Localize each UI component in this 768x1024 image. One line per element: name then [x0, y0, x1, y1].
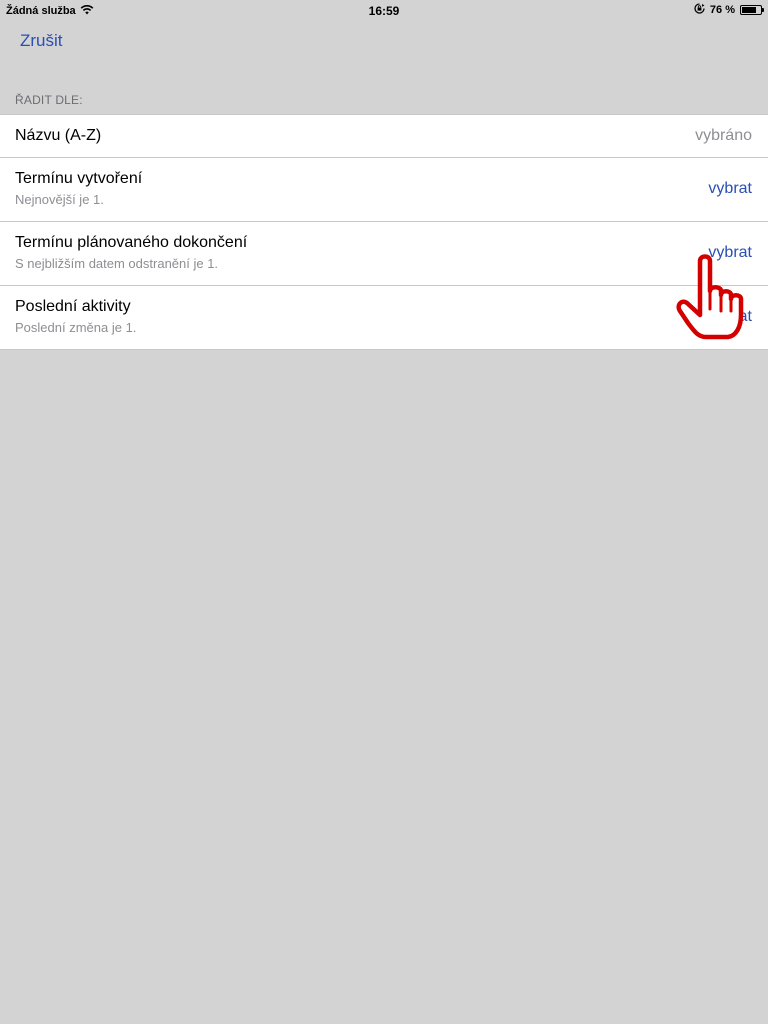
- option-title: Termínu plánovaného dokončení: [15, 234, 248, 251]
- option-subtitle: Nejnovější je 1.: [15, 192, 104, 207]
- select-button[interactable]: vybrat: [708, 180, 752, 198]
- sort-option-name[interactable]: Názvu (A-Z) vybráno: [0, 115, 768, 157]
- select-button[interactable]: vybrat: [708, 308, 752, 326]
- option-subtitle: Poslední změna je 1.: [15, 320, 137, 335]
- option-title: Poslední aktivity: [15, 298, 131, 315]
- option-title: Názvu (A-Z): [15, 127, 102, 144]
- battery-fill: [742, 7, 756, 13]
- sort-option-due-date[interactable]: Termínu plánovaného dokončení S nejbližš…: [0, 221, 768, 285]
- rotation-lock-icon: [694, 3, 705, 17]
- cancel-button[interactable]: Zrušit: [20, 31, 63, 51]
- sort-option-created[interactable]: Termínu vytvoření Nejnovější je 1. vybra…: [0, 157, 768, 221]
- option-status-selected: vybráno: [695, 127, 752, 144]
- section-header: ŘADIT DLE:: [15, 93, 83, 107]
- status-time: 16:59: [368, 4, 400, 18]
- sort-options-list: Názvu (A-Z) vybráno Termínu vytvoření Ne…: [0, 114, 768, 350]
- battery-icon: [740, 5, 764, 15]
- option-subtitle: S nejbližším datem odstranění je 1.: [15, 256, 219, 271]
- status-right: 76 %: [694, 3, 764, 17]
- option-title: Termínu vytvoření: [15, 170, 143, 187]
- status-bar: Žádná služba 16:59 76 %: [0, 0, 768, 20]
- select-button[interactable]: vybrat: [708, 244, 752, 262]
- battery-percent: 76 %: [709, 4, 735, 16]
- sort-option-last-activity[interactable]: Poslední aktivity Poslední změna je 1. v…: [0, 285, 768, 349]
